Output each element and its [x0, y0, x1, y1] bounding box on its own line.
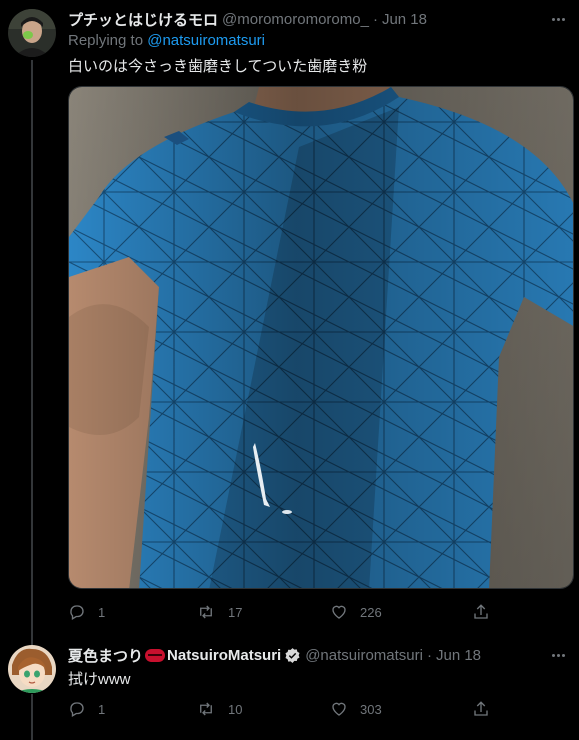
- more-icon[interactable]: [549, 646, 567, 664]
- retweet-icon: [200, 605, 212, 619]
- reply-count: 1: [98, 701, 106, 717]
- display-name-jp[interactable]: 夏色まつり: [68, 645, 143, 666]
- reply-button[interactable]: 1: [68, 700, 105, 718]
- separator: ·: [426, 646, 432, 664]
- tweet-text: 拭けwww: [68, 671, 131, 688]
- retweet-icon: [200, 702, 212, 716]
- tweet-header: 夏色まつり NatsuiroMatsuri @natsuiromatsuri ·…: [68, 645, 481, 665]
- display-name[interactable]: プチッとはじけるモロ: [68, 9, 218, 30]
- avatar[interactable]: [8, 645, 56, 693]
- tweet-header: プチッとはじけるモロ @moromoromoromo_ · Jun 18: [68, 9, 427, 29]
- handle[interactable]: @natsuiromatsuri: [305, 647, 423, 664]
- like-button[interactable]: 226: [330, 603, 382, 621]
- timestamp[interactable]: Jun 18: [382, 11, 427, 28]
- tweet-photo[interactable]: [68, 86, 574, 589]
- action-bar: 1 10 303: [68, 698, 498, 720]
- share-button[interactable]: [472, 603, 490, 621]
- handle[interactable]: @moromoromoromo_: [222, 11, 369, 28]
- replying-to: Replying to @natsuiromatsuri: [68, 32, 265, 49]
- reply-count: 1: [98, 604, 106, 620]
- retweet-count: 10: [228, 701, 243, 717]
- thread-line: [31, 694, 33, 740]
- share-icon: [474, 604, 488, 619]
- avatar[interactable]: [8, 9, 56, 57]
- retweet-count: 17: [228, 604, 243, 620]
- separator: ·: [372, 10, 378, 28]
- action-bar: 1 17 226: [68, 601, 498, 623]
- verified-icon: [284, 647, 301, 664]
- like-icon: [332, 605, 346, 619]
- red-badge-icon: [145, 648, 166, 662]
- tweet-1[interactable]: プチッとはじけるモロ @moromoromoromo_ · Jun 18 Rep…: [0, 0, 579, 636]
- replying-to-link[interactable]: @natsuiromatsuri: [147, 32, 265, 49]
- like-icon: [332, 702, 346, 716]
- display-name-en[interactable]: NatsuiroMatsuri: [167, 647, 281, 664]
- retweet-button[interactable]: 17: [196, 603, 242, 621]
- replying-prefix: Replying to: [68, 32, 144, 49]
- more-icon[interactable]: [549, 10, 567, 28]
- like-count: 226: [360, 604, 382, 620]
- like-button[interactable]: 303: [330, 700, 382, 718]
- reply-button[interactable]: 1: [68, 603, 105, 621]
- reply-icon: [70, 702, 84, 717]
- like-count: 303: [360, 701, 382, 717]
- tweet-text: 白いのは今さっき歯磨きしてついた歯磨き粉: [68, 58, 368, 75]
- timestamp[interactable]: Jun 18: [436, 647, 481, 664]
- thread-line: [31, 60, 33, 636]
- share-button[interactable]: [472, 700, 490, 718]
- share-icon: [474, 701, 488, 716]
- retweet-button[interactable]: 10: [196, 700, 242, 718]
- reply-icon: [70, 605, 84, 620]
